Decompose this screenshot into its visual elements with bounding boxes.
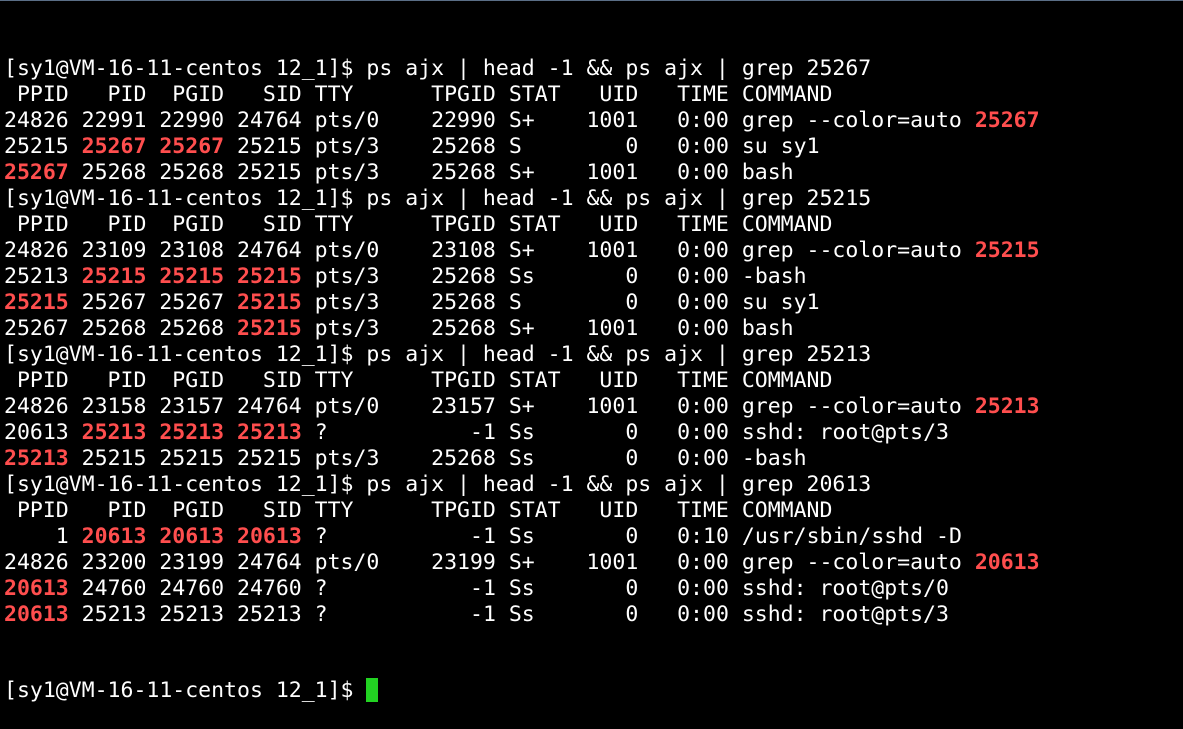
grep-match: 25267 <box>159 134 225 159</box>
terminal-text: [sy1@VM-16-11-centos 12_1]$ ps ajx | hea… <box>4 56 872 81</box>
shell-prompt: [sy1@VM-16-11-centos 12_1]$ <box>4 678 367 703</box>
grep-match: 25215 <box>81 264 147 289</box>
terminal-line: 25267 25268 25268 25215 pts/3 25268 S+ 1… <box>4 160 1183 186</box>
terminal-line: 25213 25215 25215 25215 pts/3 25268 Ss 0… <box>4 446 1183 472</box>
terminal-text: PPID PID PGID SID TTY TPGID STAT UID TIM… <box>4 82 833 107</box>
terminal-text: [sy1@VM-16-11-centos 12_1]$ ps ajx | hea… <box>4 186 872 211</box>
terminal-output: [sy1@VM-16-11-centos 12_1]$ ps ajx | hea… <box>4 56 1183 628</box>
terminal-text: pts/3 25268 S+ 1001 0:00 bash <box>301 316 794 341</box>
terminal-line: PPID PID PGID SID TTY TPGID STAT UID TIM… <box>4 368 1183 394</box>
terminal-text: PPID PID PGID SID TTY TPGID STAT UID TIM… <box>4 498 833 523</box>
terminal-text: 25267 25267 <box>68 290 238 315</box>
terminal-text: pts/3 25268 S 0 0:00 su sy1 <box>301 290 820 315</box>
terminal-line: 25215 25267 25267 25215 pts/3 25268 S 0 … <box>4 134 1183 160</box>
terminal-text: ? -1 Ss 0 0:10 /usr/sbin/sshd -D <box>301 524 962 549</box>
grep-match: 25213 <box>974 394 1040 419</box>
terminal-text: 24826 23109 23108 24764 pts/0 23108 S+ 1… <box>4 238 975 263</box>
grep-match: 25215 <box>159 264 225 289</box>
terminal-line: [sy1@VM-16-11-centos 12_1]$ ps ajx | hea… <box>4 56 1183 82</box>
terminal-text: 24826 23158 23157 24764 pts/0 23157 S+ 1… <box>4 394 975 419</box>
terminal-line: 20613 24760 24760 24760 ? -1 Ss 0 0:00 s… <box>4 576 1183 602</box>
grep-match: 25213 <box>81 420 147 445</box>
prompt-line[interactable]: [sy1@VM-16-11-centos 12_1]$ <box>4 678 1183 704</box>
terminal-text: 20613 <box>4 420 82 445</box>
terminal-line: 24826 23109 23108 24764 pts/0 23108 S+ 1… <box>4 238 1183 264</box>
grep-match: 25215 <box>237 316 302 341</box>
grep-match: 20613 <box>974 550 1040 575</box>
terminal-line: 20613 25213 25213 25213 ? -1 Ss 0 0:00 s… <box>4 602 1183 628</box>
grep-match: 25267 <box>81 134 147 159</box>
grep-match: 20613 <box>237 524 302 549</box>
terminal-line: [sy1@VM-16-11-centos 12_1]$ ps ajx | hea… <box>4 342 1183 368</box>
terminal-text: 24826 22991 22990 24764 pts/0 22990 S+ 1… <box>4 108 975 133</box>
terminal-text: [sy1@VM-16-11-centos 12_1]$ ps ajx | hea… <box>4 472 872 497</box>
terminal-text: 25215 pts/3 25268 S 0 0:00 su sy1 <box>224 134 820 159</box>
terminal-text: 25213 <box>4 264 82 289</box>
terminal-text: pts/3 25268 Ss 0 0:00 -bash <box>301 264 807 289</box>
terminal-line: 24826 23158 23157 24764 pts/0 23157 S+ 1… <box>4 394 1183 420</box>
terminal-line: [sy1@VM-16-11-centos 12_1]$ ps ajx | hea… <box>4 186 1183 212</box>
terminal-text: 25268 25268 25215 pts/3 25268 S+ 1001 0:… <box>68 160 794 185</box>
terminal-text: [sy1@VM-16-11-centos 12_1]$ ps ajx | hea… <box>4 342 872 367</box>
grep-match: 20613 <box>159 524 225 549</box>
grep-match: 25213 <box>159 420 225 445</box>
grep-match: 25213 <box>237 420 302 445</box>
terminal-line: 24826 23200 23199 24764 pts/0 23199 S+ 1… <box>4 550 1183 576</box>
terminal-line: 25215 25267 25267 25215 pts/3 25268 S 0 … <box>4 290 1183 316</box>
grep-match: 25215 <box>4 290 69 315</box>
terminal-text: 25213 25213 25213 ? -1 Ss 0 0:00 sshd: r… <box>68 602 949 627</box>
terminal-text: PPID PID PGID SID TTY TPGID STAT UID TIM… <box>4 368 833 393</box>
terminal-text: 24826 23200 23199 24764 pts/0 23199 S+ 1… <box>4 550 975 575</box>
terminal-text: 25215 <box>4 134 82 159</box>
terminal-line: PPID PID PGID SID TTY TPGID STAT UID TIM… <box>4 212 1183 238</box>
grep-match: 25267 <box>974 108 1040 133</box>
terminal-line: 25267 25268 25268 25215 pts/3 25268 S+ 1… <box>4 316 1183 342</box>
terminal-line: [sy1@VM-16-11-centos 12_1]$ ps ajx | hea… <box>4 472 1183 498</box>
grep-match: 20613 <box>4 576 69 601</box>
terminal-text: ? -1 Ss 0 0:00 sshd: root@pts/3 <box>301 420 949 445</box>
terminal-text: 1 <box>4 524 82 549</box>
grep-match: 20613 <box>4 602 69 627</box>
terminal-text: PPID PID PGID SID TTY TPGID STAT UID TIM… <box>4 212 833 237</box>
terminal-line: PPID PID PGID SID TTY TPGID STAT UID TIM… <box>4 82 1183 108</box>
grep-match: 25215 <box>237 290 302 315</box>
terminal-text: 24760 24760 24760 ? -1 Ss 0 0:00 sshd: r… <box>68 576 949 601</box>
grep-match: 25215 <box>974 238 1040 263</box>
terminal-line: PPID PID PGID SID TTY TPGID STAT UID TIM… <box>4 498 1183 524</box>
terminal-window[interactable]: [sy1@VM-16-11-centos 12_1]$ ps ajx | hea… <box>0 0 1183 703</box>
terminal-text: 25267 25268 25268 <box>4 316 237 341</box>
terminal-line: 24826 22991 22990 24764 pts/0 22990 S+ 1… <box>4 108 1183 134</box>
terminal-text: 25215 25215 25215 pts/3 25268 Ss 0 0:00 … <box>68 446 807 471</box>
terminal-line: 25213 25215 25215 25215 pts/3 25268 Ss 0… <box>4 264 1183 290</box>
grep-match: 20613 <box>81 524 147 549</box>
text-cursor <box>366 678 379 702</box>
grep-match: 25213 <box>4 446 69 471</box>
grep-match: 25267 <box>4 160 69 185</box>
grep-match: 25215 <box>237 264 302 289</box>
terminal-line: 1 20613 20613 20613 ? -1 Ss 0 0:10 /usr/… <box>4 524 1183 550</box>
terminal-line: 20613 25213 25213 25213 ? -1 Ss 0 0:00 s… <box>4 420 1183 446</box>
